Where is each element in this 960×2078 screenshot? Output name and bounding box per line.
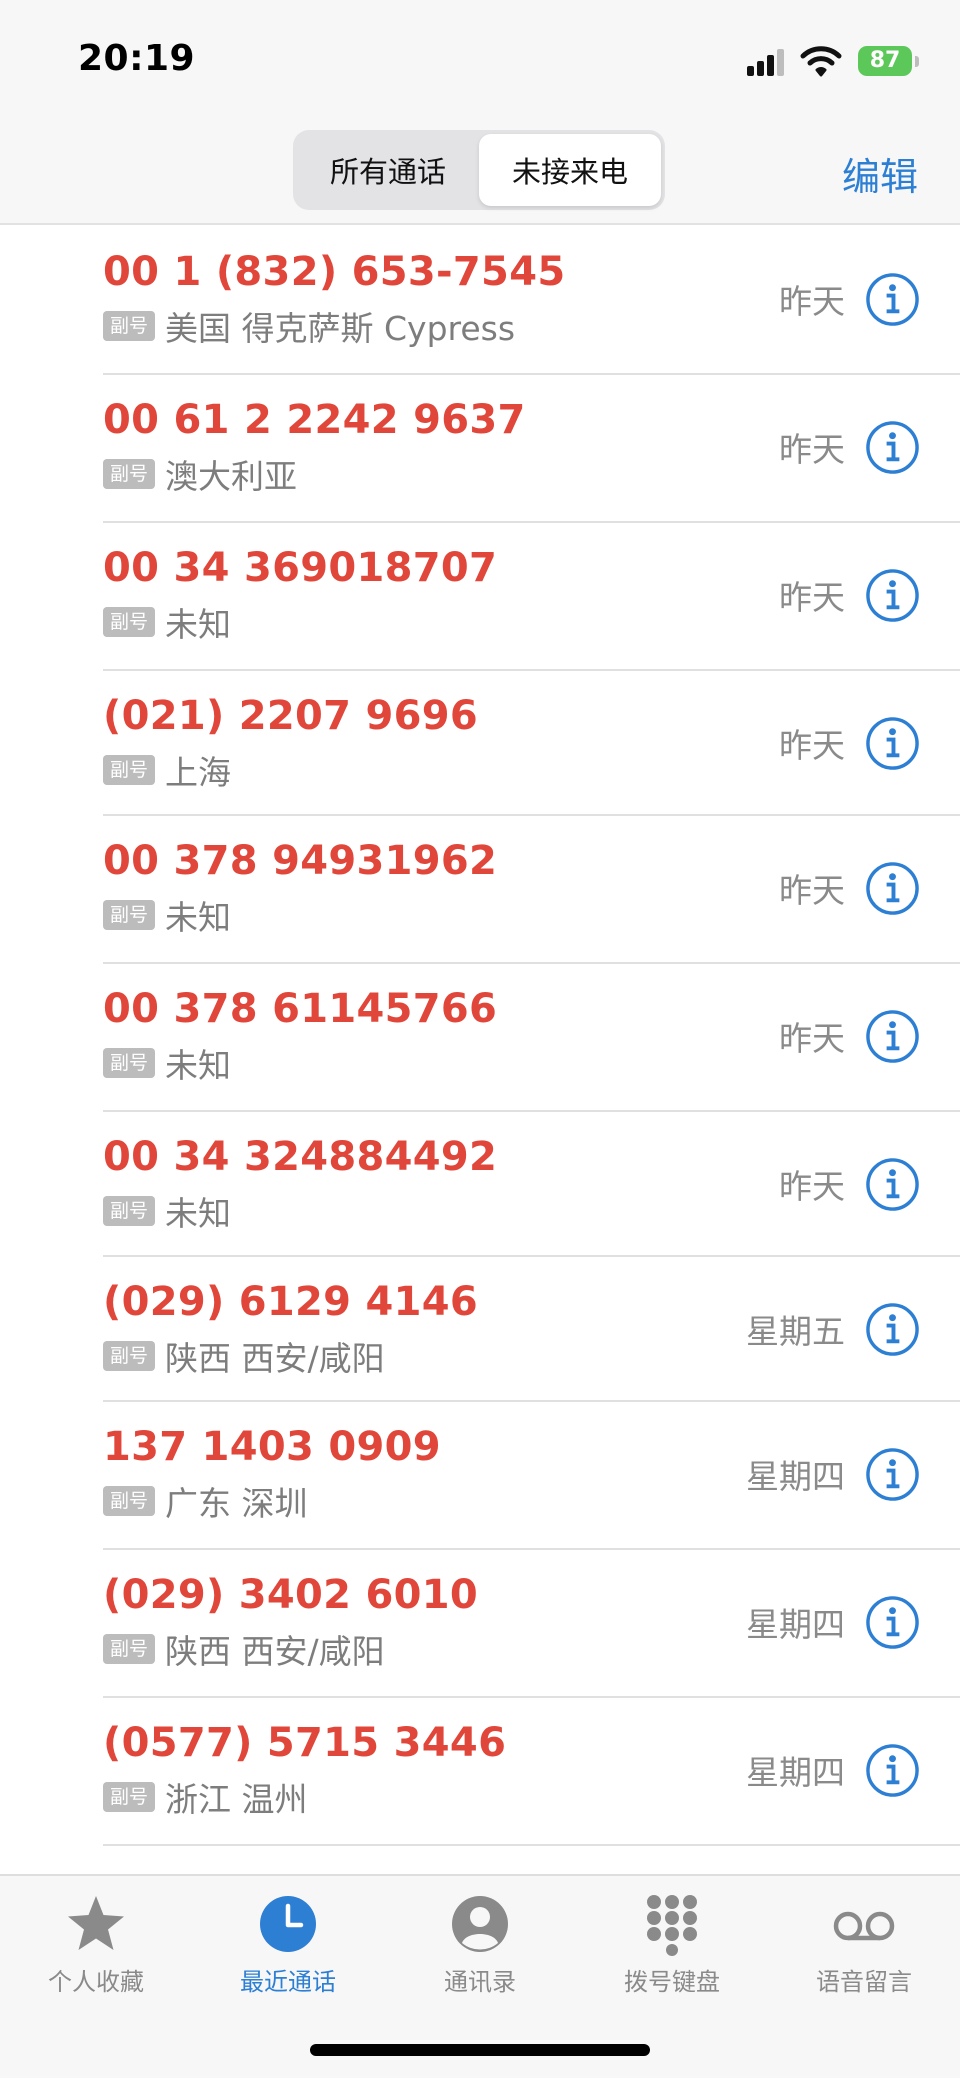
- tab-label: 拨号键盘: [624, 1968, 720, 1996]
- call-date: 星期五: [746, 1312, 845, 1351]
- call-date: 昨天: [779, 1167, 845, 1206]
- cellular-signal-icon: [747, 46, 784, 76]
- battery-icon: 87: [858, 46, 919, 76]
- tab-keypad[interactable]: 拨号键盘: [582, 1892, 762, 1997]
- caller-location: 浙江 温州: [165, 1780, 308, 1819]
- call-row[interactable]: 00 378 94931962 副号 未知 昨天: [0, 816, 960, 964]
- info-icon[interactable]: [865, 568, 920, 623]
- call-filter-segmented-control: 所有通话 未接来电: [293, 130, 665, 210]
- status-icons: 87: [747, 44, 919, 78]
- caller-number: (0577) 5715 3446: [103, 1720, 507, 1766]
- segment-all-calls[interactable]: 所有通话: [297, 134, 479, 206]
- caller-number: (029) 3402 6010: [103, 1572, 479, 1618]
- caller-number: 00 378 94931962: [103, 838, 498, 884]
- phone-screen: 20:19 87 所有通话 未接来电 编辑 00 1 (832) 653-754…: [0, 0, 960, 2078]
- caller-number: 00 378 61145766: [103, 986, 498, 1032]
- secondary-line-badge: 副号: [103, 1048, 156, 1078]
- call-row[interactable]: (029) 6129 4146 副号 陕西 西安/咸阳 星期五: [0, 1257, 960, 1402]
- call-date: 星期四: [746, 1457, 845, 1496]
- call-row[interactable]: 00 1 (832) 653-7545 副号 美国 得克萨斯 Cypress 昨天: [0, 227, 960, 375]
- caller-location: 澳大利亚: [165, 457, 298, 496]
- info-icon[interactable]: [865, 1743, 920, 1798]
- status-time: 20:19: [78, 38, 196, 79]
- caller-location: 陕西 西安/咸阳: [165, 1632, 385, 1671]
- caller-location: 上海: [165, 753, 232, 792]
- info-icon[interactable]: [865, 1595, 920, 1650]
- secondary-line-badge: 副号: [103, 1634, 156, 1664]
- tab-label: 语音留言: [816, 1968, 912, 1996]
- call-date: 昨天: [779, 726, 845, 765]
- call-date: 昨天: [779, 871, 845, 910]
- tab-contacts[interactable]: 通讯录: [390, 1892, 570, 1997]
- secondary-line-badge: 副号: [103, 311, 156, 341]
- call-row[interactable]: (0577) 5715 3446 副号 浙江 温州 星期四: [0, 1698, 960, 1846]
- call-date: 昨天: [779, 578, 845, 617]
- caller-location: 未知: [165, 605, 232, 644]
- call-row[interactable]: 00 61 2 2242 9637 副号 澳大利亚 昨天: [0, 375, 960, 523]
- keypad-icon: [647, 1895, 697, 1956]
- info-icon[interactable]: [865, 272, 920, 327]
- caller-location: 未知: [165, 1194, 232, 1233]
- call-row[interactable]: 137 1403 0909 副号 广东 深圳 星期四: [0, 1402, 960, 1550]
- caller-number: 00 34 369018707: [103, 545, 498, 591]
- caller-location: 未知: [165, 1046, 232, 1085]
- secondary-line-badge: 副号: [103, 1486, 156, 1516]
- voicemail-icon: [833, 1911, 895, 1941]
- call-date: 昨天: [779, 1019, 845, 1058]
- caller-number: 137 1403 0909: [103, 1424, 441, 1470]
- secondary-line-badge: 副号: [103, 755, 156, 785]
- tab-voicemail[interactable]: 语音留言: [774, 1892, 954, 1997]
- wifi-icon: [800, 46, 842, 77]
- caller-location: 美国 得克萨斯 Cypress: [165, 309, 516, 348]
- call-row[interactable]: 00 378 61145766 副号 未知 昨天: [0, 964, 960, 1112]
- secondary-line-badge: 副号: [103, 1782, 156, 1812]
- call-date: 星期四: [746, 1605, 845, 1644]
- tab-favorites[interactable]: 个人收藏: [6, 1892, 186, 1997]
- call-date: 昨天: [779, 430, 845, 469]
- secondary-line-badge: 副号: [103, 1341, 156, 1371]
- tab-label: 通讯录: [444, 1968, 516, 1996]
- caller-number: 00 1 (832) 653-7545: [103, 249, 566, 295]
- segment-missed-calls[interactable]: 未接来电: [479, 134, 661, 206]
- caller-number: 00 34 324884492: [103, 1134, 498, 1180]
- info-icon[interactable]: [865, 1157, 920, 1212]
- tab-label: 个人收藏: [48, 1968, 144, 1996]
- recent-calls-list: 00 1 (832) 653-7545 副号 美国 得克萨斯 Cypress 昨天…: [0, 227, 960, 1846]
- caller-location: 陕西 西安/咸阳: [165, 1339, 385, 1378]
- info-icon[interactable]: [865, 1009, 920, 1064]
- tab-recents[interactable]: 最近通话: [198, 1892, 378, 1997]
- call-row[interactable]: 00 34 369018707 副号 未知 昨天: [0, 523, 960, 671]
- caller-location: 广东 深圳: [165, 1484, 308, 1523]
- call-date: 昨天: [779, 282, 845, 321]
- secondary-line-badge: 副号: [103, 607, 156, 637]
- secondary-line-badge: 副号: [103, 1196, 156, 1226]
- header-area: 20:19 87 所有通话 未接来电 编辑: [0, 0, 960, 225]
- info-icon[interactable]: [865, 716, 920, 771]
- tab-label: 最近通话: [240, 1968, 336, 1996]
- call-row[interactable]: (021) 2207 9696 副号 上海 昨天: [0, 671, 960, 816]
- home-indicator: [310, 2044, 650, 2056]
- contact-icon: [452, 1896, 508, 1952]
- caller-number: (021) 2207 9696: [103, 693, 479, 739]
- caller-location: 未知: [165, 898, 232, 937]
- secondary-line-badge: 副号: [103, 900, 156, 930]
- star-icon: [68, 1896, 124, 1950]
- info-icon[interactable]: [865, 861, 920, 916]
- info-icon[interactable]: [865, 1302, 920, 1357]
- edit-button[interactable]: 编辑: [842, 146, 918, 201]
- call-date: 星期四: [746, 1753, 845, 1792]
- secondary-line-badge: 副号: [103, 459, 156, 489]
- call-row[interactable]: (029) 3402 6010 副号 陕西 西安/咸阳 星期四: [0, 1550, 960, 1698]
- clock-icon: [260, 1896, 316, 1952]
- caller-number: (029) 6129 4146: [103, 1279, 479, 1325]
- call-row[interactable]: 00 34 324884492 副号 未知 昨天: [0, 1112, 960, 1257]
- info-icon[interactable]: [865, 1447, 920, 1502]
- caller-number: 00 61 2 2242 9637: [103, 397, 526, 443]
- info-icon[interactable]: [865, 420, 920, 475]
